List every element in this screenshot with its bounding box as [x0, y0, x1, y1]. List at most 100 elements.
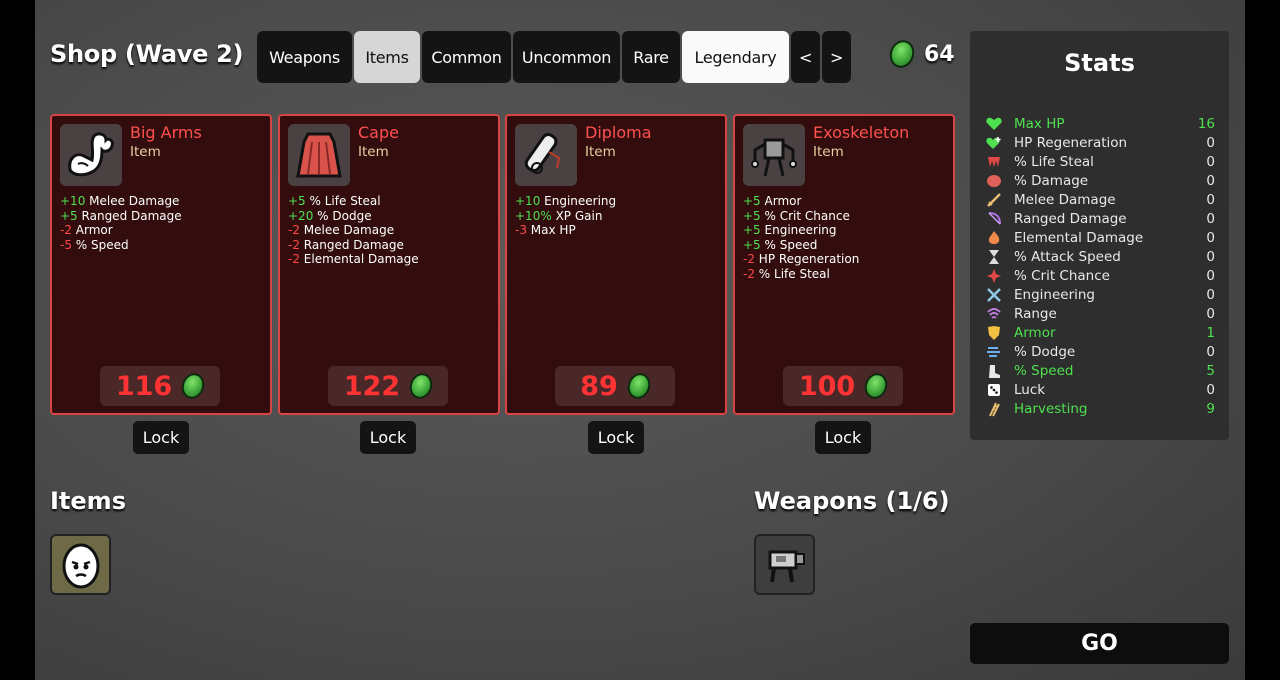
heart-plus-icon: [985, 135, 1003, 151]
stat-label: XP Gain: [555, 208, 603, 223]
tab-next-button[interactable]: >: [822, 31, 851, 83]
stat-value: 5: [1206, 363, 1215, 379]
stat-delta: +10: [60, 194, 86, 208]
stat-delta: -2: [743, 266, 755, 281]
dodge-wind-icon: [985, 344, 1003, 360]
inventory-weapon-slot[interactable]: [754, 534, 815, 595]
lock-button[interactable]: Lock: [815, 421, 871, 454]
stat-label: Harvesting: [1014, 401, 1088, 417]
tab-rare[interactable]: Rare: [622, 31, 680, 83]
inventory-item-slot[interactable]: [50, 534, 111, 595]
stat-label: % Dodge: [317, 208, 372, 223]
stat-delta: +5: [743, 194, 761, 208]
card-type: Item: [585, 144, 616, 160]
dice-icon: [985, 382, 1003, 398]
stat-value: 0: [1206, 135, 1215, 151]
card-stats: +10 Engineering +10% XP Gain -3 Max HP: [515, 194, 616, 238]
stat-line: -2 % Life Steal: [743, 267, 859, 282]
item-price: 122: [343, 370, 401, 402]
stat-label: Elemental Damage: [303, 252, 419, 266]
tab-legendary[interactable]: Legendary: [682, 31, 789, 83]
stat-row-harvesting: Harvesting 9: [985, 400, 1215, 418]
item-price: 100: [798, 370, 856, 402]
stat-delta: +10%: [515, 208, 552, 223]
shop-card-big-arms[interactable]: Big Arms Item +10 Melee Damage +5 Ranged…: [50, 114, 272, 415]
card-name: Big Arms: [130, 123, 202, 142]
stat-line: -2 Ranged Damage: [288, 238, 419, 253]
item-price: 89: [580, 370, 618, 402]
stat-line: +5 % Crit Chance: [743, 209, 859, 224]
weapons-heading: Weapons (1/6): [754, 487, 950, 515]
tab-items[interactable]: Items: [354, 31, 420, 83]
item-price: 116: [115, 370, 173, 402]
stat-value: 9: [1206, 401, 1215, 417]
shop-card-diploma[interactable]: Diploma Item +10 Engineering +10% XP Gai…: [505, 114, 727, 415]
lock-button[interactable]: Lock: [133, 421, 189, 454]
stat-label: % Crit Chance: [764, 208, 850, 223]
material-coin-icon: [885, 36, 919, 72]
stat-row-crit-chance: % Crit Chance 0: [985, 267, 1215, 285]
stat-line: +5 Engineering: [743, 223, 859, 238]
material-coin-icon: [623, 370, 654, 402]
tab-uncommon[interactable]: Uncommon: [513, 31, 620, 83]
stat-delta: -2: [288, 237, 300, 252]
card-type: Item: [358, 144, 389, 160]
stat-label: Melee Damage: [1014, 192, 1116, 208]
stat-label: Ranged Damage: [303, 237, 404, 252]
stat-value: 1: [1206, 325, 1215, 341]
heart-icon: [985, 116, 1003, 132]
lock-button[interactable]: Lock: [588, 421, 644, 454]
stat-label: % Life Steal: [309, 194, 381, 208]
stat-row-armor: Armor 1: [985, 324, 1215, 342]
stat-line: -5 % Speed: [60, 238, 182, 253]
card-name: Cape: [358, 123, 399, 142]
lock-button[interactable]: Lock: [360, 421, 416, 454]
stat-line: -2 Melee Damage: [288, 223, 419, 238]
stat-line: +20 % Dodge: [288, 209, 419, 224]
stat-label: Ranged Damage: [1014, 211, 1127, 227]
stat-label: HP Regeneration: [758, 252, 860, 266]
stat-label: Max HP: [1014, 116, 1065, 132]
stat-value: 0: [1206, 382, 1215, 398]
card-stats: +5 % Life Steal +20 % Dodge -2 Melee Dam…: [288, 194, 419, 267]
stat-delta: +20: [288, 208, 314, 223]
stat-label: HP Regeneration: [1014, 135, 1128, 151]
buy-button[interactable]: 100: [783, 366, 903, 406]
flame-icon: [985, 230, 1003, 246]
stat-line: -3 Max HP: [515, 223, 616, 238]
stat-row-attack-speed: % Attack Speed 0: [985, 248, 1215, 266]
buy-button[interactable]: 122: [328, 366, 448, 406]
fangs-icon: [985, 154, 1003, 170]
stat-label: Elemental Damage: [1014, 230, 1144, 246]
material-coin-icon: [861, 370, 891, 402]
stat-label: % Life Steal: [758, 266, 830, 281]
stat-value: 0: [1206, 173, 1215, 189]
shield-icon: [985, 325, 1003, 341]
tab-prev-button[interactable]: <: [791, 31, 820, 83]
stat-label: % Attack Speed: [1014, 249, 1121, 265]
buy-button[interactable]: 116: [100, 366, 220, 406]
stat-label: Engineering: [1014, 287, 1095, 303]
stat-value: 0: [1206, 344, 1215, 360]
stat-label: Armor: [75, 223, 113, 237]
stat-label: % Speed: [75, 237, 129, 252]
stat-label: % Life Steal: [1014, 154, 1094, 170]
stat-value: 0: [1206, 306, 1215, 322]
page-title: Shop (Wave 2): [50, 40, 244, 68]
go-button[interactable]: GO: [970, 623, 1229, 664]
stat-row-max-hp: Max HP 16: [985, 115, 1215, 133]
diploma-scroll-icon: [515, 124, 577, 186]
stat-label: Armor: [1014, 325, 1056, 341]
stat-delta: -2: [60, 223, 72, 237]
card-name: Diploma: [585, 123, 652, 142]
shop-card-exoskeleton[interactable]: Exoskeleton Item +5 Armor +5 % Crit Chan…: [733, 114, 955, 415]
stat-row-dodge: % Dodge 0: [985, 343, 1215, 361]
stat-delta: +5: [60, 208, 78, 223]
stat-label: Engineering: [764, 223, 837, 237]
shop-card-cape[interactable]: Cape Item +5 % Life Steal +20 % Dodge -2…: [278, 114, 500, 415]
stat-row-speed: % Speed 5: [985, 362, 1215, 380]
stat-value: 16: [1197, 116, 1215, 132]
tab-weapons[interactable]: Weapons: [257, 31, 352, 83]
buy-button[interactable]: 89: [555, 366, 675, 406]
tab-common[interactable]: Common: [422, 31, 511, 83]
